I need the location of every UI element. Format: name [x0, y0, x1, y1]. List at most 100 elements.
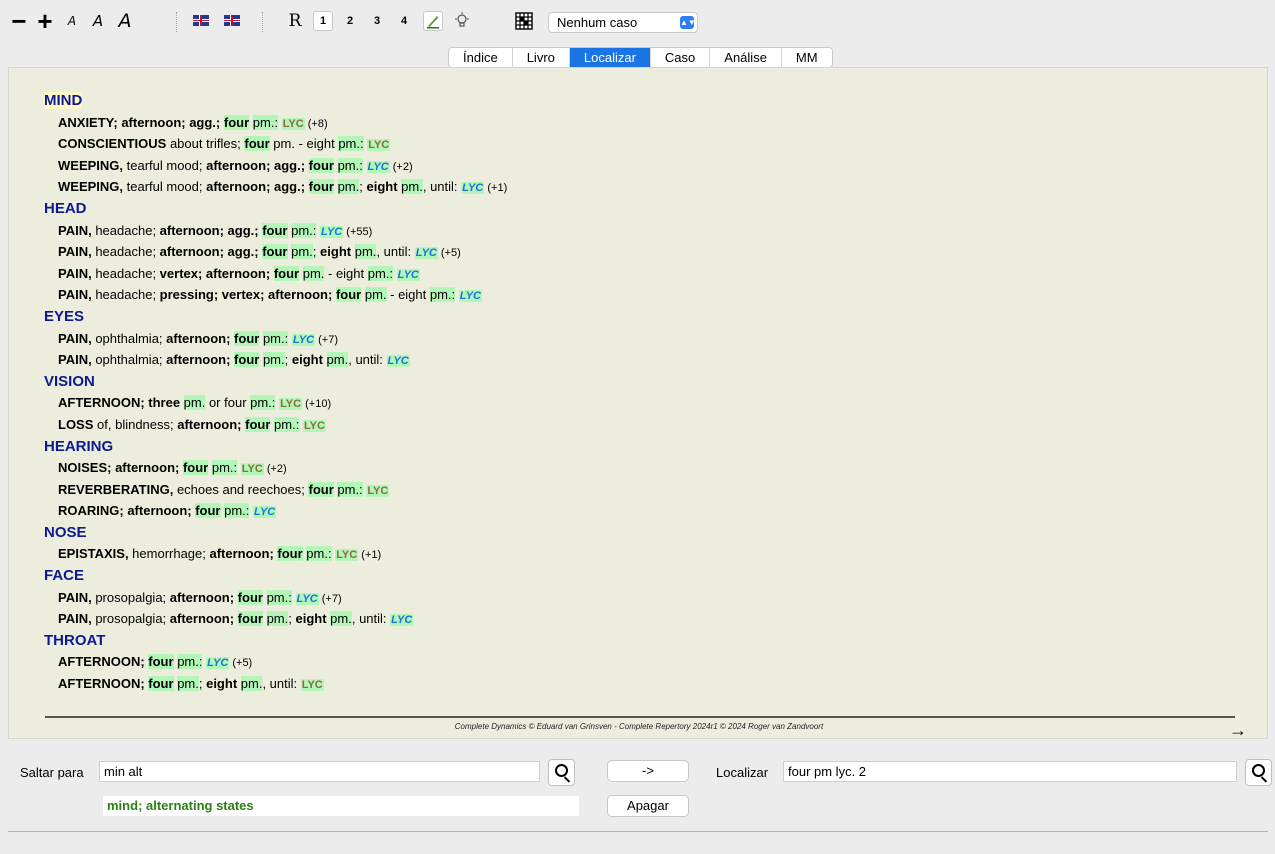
rubric-line[interactable]: EPISTAXIS, hemorrhage; afternoon; four p…	[44, 543, 507, 565]
grade-2-button[interactable]: 2	[340, 11, 360, 31]
rubric-line[interactable]: PAIN, prosopalgia; afternoon; four pm.; …	[44, 608, 507, 630]
find-input[interactable]: four pm lyc. 2	[783, 761, 1237, 782]
remedy-abbrev[interactable]: LYC	[386, 355, 410, 368]
rubric-line[interactable]: PAIN, ophthalmia; afternoon; four pm.: L…	[44, 328, 507, 350]
remedy-abbrev[interactable]: LYC	[302, 419, 326, 432]
rubric-line[interactable]: WEEPING, tearful mood; afternoon; agg.; …	[44, 155, 507, 177]
remedy-abbrev[interactable]: LYC	[320, 225, 344, 238]
remedy-abbrev[interactable]: LYC	[414, 247, 438, 260]
rubric-line[interactable]: CONSCIENTIOUS about trifles; four pm. - …	[44, 133, 507, 155]
rubric-line[interactable]: PAIN, headache; afternoon; agg.; four pm…	[44, 241, 507, 263]
tab-livro[interactable]: Livro	[513, 48, 570, 67]
chapter-heading[interactable]: EYES	[44, 306, 507, 328]
rubric-text: AFTERNOON;	[58, 654, 149, 670]
remedy-format-r-button[interactable]: R	[285, 11, 305, 31]
tab-localizar[interactable]: Localizar	[569, 48, 651, 67]
rubric-text: pressing; vertex; afternoon;	[159, 287, 336, 303]
rubric-text: tearful mood;	[123, 157, 207, 173]
search-match: four	[308, 157, 334, 173]
grade-3-button[interactable]: 3	[367, 11, 387, 31]
remedy-abbrev[interactable]: LYC	[458, 290, 482, 303]
rubric-text: afternoon;	[169, 611, 238, 627]
chapter-heading[interactable]: HEAD	[44, 198, 507, 220]
footer-copyright: Complete Dynamics © Eduard van Grinsven …	[454, 722, 824, 731]
search-match: pm.:	[337, 157, 363, 173]
rubric-text: afternoon; agg.;	[206, 157, 309, 173]
search-match: four	[308, 481, 334, 497]
rubric-line[interactable]: PAIN, prosopalgia; afternoon; four pm.: …	[44, 587, 507, 609]
remedy-abbrev[interactable]: LYC	[279, 398, 303, 411]
remedy-abbrev[interactable]: LYC	[206, 657, 230, 670]
search-match: four	[182, 460, 209, 476]
rubric-text: , until:	[262, 676, 301, 692]
zoom-out-button[interactable]: −	[8, 8, 30, 34]
rubric-text: , until:	[422, 179, 462, 195]
font-large-button[interactable]: A	[113, 10, 137, 32]
rubric-text: hemorrhage;	[128, 546, 210, 562]
zoom-in-button[interactable]: +	[34, 8, 56, 34]
rubric-line[interactable]: PAIN, headache; vertex; afternoon; four …	[44, 263, 507, 285]
tab-caso[interactable]: Caso	[651, 48, 711, 67]
remedy-abbrev[interactable]: LYC	[461, 182, 485, 195]
remedy-abbrev[interactable]: LYC	[367, 139, 391, 152]
rubric-line[interactable]: AFTERNOON; four pm.; eight pm., until: L…	[44, 673, 507, 695]
chapter-heading[interactable]: MIND	[44, 90, 507, 112]
rubric-line[interactable]: ROARING; afternoon; four pm.: LYC	[44, 500, 507, 522]
find-search-icon[interactable]	[1245, 759, 1272, 786]
tab-mm[interactable]: MM	[782, 48, 832, 67]
grade-4-button[interactable]: 4	[394, 11, 414, 31]
flag-uk-icon[interactable]	[193, 15, 209, 26]
remedy-abbrev[interactable]: LYC	[300, 679, 324, 692]
tab-analise[interactable]: Análise	[710, 48, 782, 67]
chapter-heading[interactable]: THROAT	[44, 630, 507, 652]
grid-icon[interactable]	[514, 10, 534, 32]
remedy-abbrev[interactable]: LYC	[240, 463, 264, 476]
chapter-heading[interactable]: FACE	[44, 565, 507, 587]
remedy-abbrev[interactable]: LYC	[281, 117, 305, 130]
rubric-line[interactable]: WEEPING, tearful mood; afternoon; agg.; …	[44, 176, 507, 198]
footer-divider	[45, 716, 1235, 718]
remedy-abbrev[interactable]: LYC	[396, 268, 420, 281]
font-small-button[interactable]: A	[62, 10, 82, 32]
remedy-abbrev[interactable]: LYC	[390, 614, 414, 627]
jump-search-icon[interactable]	[548, 759, 575, 786]
chapter-heading[interactable]: VISION	[44, 371, 507, 393]
remedy-abbrev[interactable]: LYC	[295, 592, 319, 605]
rubric-line[interactable]: PAIN, headache; afternoon; agg.; four pm…	[44, 220, 507, 242]
next-arrow-icon[interactable]: →	[1229, 720, 1247, 741]
highlight-pen-icon[interactable]	[423, 11, 443, 31]
rubric-line[interactable]: REVERBERATING, echoes and reechoes; four…	[44, 479, 507, 501]
tab-indice[interactable]: Índice	[449, 48, 513, 67]
remedy-abbrev[interactable]: LYC	[291, 333, 316, 346]
remedy-abbrev[interactable]: LYC	[366, 160, 390, 173]
search-match: four	[262, 244, 288, 260]
rubric-line[interactable]: NOISES; afternoon; four pm.: LYC (+2)	[44, 457, 507, 479]
grade-1-button[interactable]: 1	[313, 11, 333, 31]
font-medium-button[interactable]: A	[87, 10, 109, 32]
rubric-line[interactable]: PAIN, ophthalmia; afternoon; four pm.; e…	[44, 349, 507, 371]
rubric-text: eight	[291, 352, 323, 368]
rubric-line[interactable]: ANXIETY; afternoon; agg.; four pm.: LYC …	[44, 112, 507, 134]
case-select[interactable]: Nenhum caso ▲▼	[548, 12, 698, 33]
clear-button[interactable]: Apagar	[607, 795, 689, 817]
flag-uk-icon[interactable]	[224, 15, 240, 26]
rubric-line[interactable]: PAIN, headache; pressing; vertex; aftern…	[44, 284, 507, 306]
rubric-line[interactable]: AFTERNOON; three pm. or four pm.: LYC (+…	[44, 392, 507, 414]
jump-suggestion[interactable]: mind; alternating states	[103, 796, 579, 816]
rubric-text: LOSS	[58, 416, 94, 432]
rubric-text: ANXIETY; afternoon; agg.;	[58, 114, 224, 130]
search-match: pm.	[291, 244, 313, 260]
chapter-heading[interactable]: HEARING	[44, 436, 507, 458]
jump-input[interactable]: min alt	[99, 761, 540, 782]
lightbulb-icon[interactable]	[452, 10, 472, 32]
rubric-line[interactable]: LOSS of, blindness; afternoon; four pm.:…	[44, 414, 507, 436]
go-button[interactable]: ->	[607, 760, 689, 782]
rubric-text: or four	[205, 395, 251, 411]
search-match: pm.:	[177, 654, 203, 670]
remedy-abbrev[interactable]: LYC	[366, 484, 390, 497]
chapter-heading[interactable]: NOSE	[44, 522, 507, 544]
remedy-abbrev[interactable]: LYC	[335, 549, 359, 562]
remedy-abbrev[interactable]: LYC	[253, 506, 277, 519]
results-list: MIND ANXIETY; afternoon; agg.; four pm.: …	[44, 90, 507, 695]
rubric-line[interactable]: AFTERNOON; four pm.: LYC (+5)	[44, 651, 507, 673]
